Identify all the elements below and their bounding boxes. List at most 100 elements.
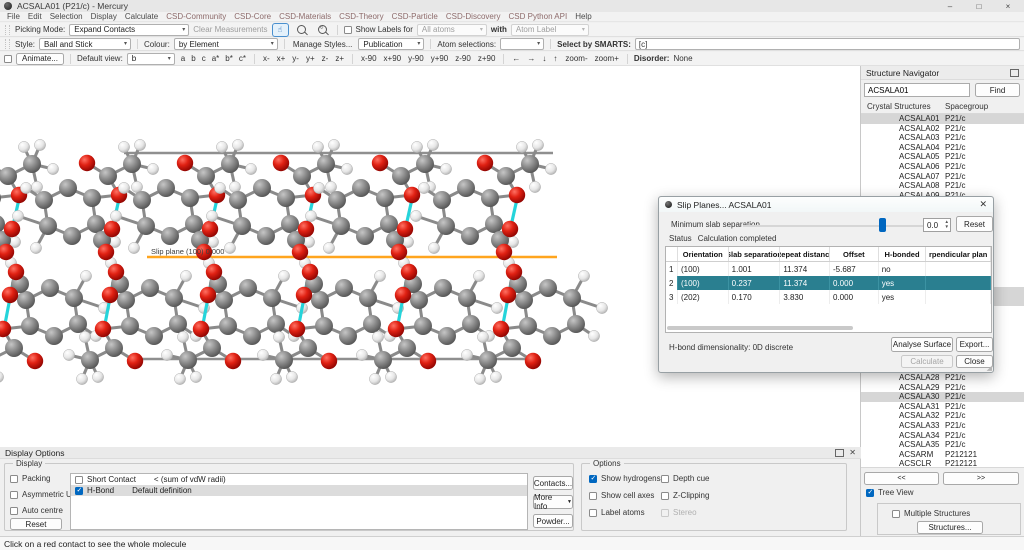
more-info-button[interactable]: More Info ▼: [533, 495, 573, 509]
slip-plane-row-2[interactable]: 2(100)0.23711.3740.000yes: [666, 276, 991, 290]
structure-row-acsala08[interactable]: ACSALA08P21/c: [861, 181, 1024, 191]
pan-arrow-button-item[interactable]: ←: [510, 54, 522, 63]
structure-row-acsala35[interactable]: ACSALA35P21/c: [861, 440, 1024, 450]
contact-checkbox[interactable]: [75, 487, 83, 495]
axis-button-a[interactable]: a: [179, 54, 187, 63]
structure-row-acsarm[interactable]: ACSARMP212121: [861, 450, 1024, 460]
auto-centre-checkbox[interactable]: [10, 507, 18, 515]
toolbar-grip[interactable]: [5, 39, 10, 49]
axis-button-c[interactable]: c*: [237, 54, 248, 63]
structure-row-acsala02[interactable]: ACSALA02P21/c: [861, 124, 1024, 134]
float-panel-icon[interactable]: [835, 449, 844, 457]
labels-style-combo[interactable]: Atom Label▾: [511, 24, 589, 36]
menu-csd-community[interactable]: CSD-Community: [162, 12, 230, 21]
export-button[interactable]: Export...: [956, 337, 993, 352]
maximize-button[interactable]: □: [967, 2, 991, 11]
dialog-close-icon[interactable]: ✕: [979, 199, 987, 210]
slab-slider-handle[interactable]: [879, 218, 886, 232]
animate-button[interactable]: Animate...: [16, 53, 64, 65]
table-hscrollbar[interactable]: [667, 326, 853, 330]
rotate-button-z-90[interactable]: z-90: [453, 54, 473, 63]
label-atoms-checkbox[interactable]: [589, 509, 597, 517]
dialog-title-bar[interactable]: Slip Planes... ACSALA01 ✕: [659, 197, 993, 212]
powder-button[interactable]: Powder...: [533, 514, 573, 528]
rotate-zoom-mode-button[interactable]: ↻: [314, 23, 331, 37]
table-column-offset[interactable]: Offset: [830, 247, 879, 261]
structure-row-acsala03[interactable]: ACSALA03P21/c: [861, 133, 1024, 143]
axis-button-b[interactable]: b: [189, 54, 197, 63]
structure-row-acsala31[interactable]: ACSALA31P21/c: [861, 402, 1024, 412]
table-column-slab-separation[interactable]: Slab separation: [729, 247, 781, 261]
table-column-repeat-distance[interactable]: Repeat distance: [780, 247, 830, 261]
axis-button-b[interactable]: b*: [223, 54, 235, 63]
reset-button[interactable]: Reset: [956, 216, 993, 232]
smarts-input[interactable]: [635, 38, 1020, 50]
rotate-button-y-90[interactable]: y-90: [406, 54, 426, 63]
structure-row-acsala07[interactable]: ACSALA07P21/c: [861, 172, 1024, 182]
show-cell-axes-checkbox[interactable]: [589, 492, 597, 500]
column-header-structures[interactable]: Crystal Structures: [867, 102, 931, 111]
minimize-button[interactable]: –: [938, 2, 962, 11]
default-view-combo[interactable]: b▾: [127, 53, 175, 65]
menu-display[interactable]: Display: [87, 12, 121, 21]
pan-arrow-button-item[interactable]: →: [525, 54, 537, 63]
slab-slider-track[interactable]: [743, 225, 944, 227]
pick-mode-button[interactable]: ☝: [272, 23, 289, 37]
contact-row-short-contact[interactable]: Short Contact< (sum of vdW radii): [71, 474, 527, 485]
structure-row-acsala30[interactable]: ACSALA30P21/c: [861, 392, 1024, 402]
depth-cue-checkbox[interactable]: [661, 475, 669, 483]
multiple-structures-checkbox[interactable]: [892, 510, 900, 518]
rotate-button-x-90[interactable]: x+90: [382, 54, 404, 63]
translate-button-y[interactable]: y-: [290, 54, 301, 63]
find-button[interactable]: Find: [975, 83, 1020, 97]
table-column-h-bonded[interactable]: H-bonded: [879, 247, 927, 261]
clear-measurements-button[interactable]: Clear Measurements: [193, 25, 267, 34]
stereo-checkbox[interactable]: [661, 509, 669, 517]
slip-plane-row-1[interactable]: 1(100)1.00111.374-5.687no: [666, 262, 991, 276]
toolbar-grip[interactable]: [5, 25, 10, 35]
rotate-button-x-90[interactable]: x-90: [359, 54, 379, 63]
table-column-orientation[interactable]: Orientation: [678, 247, 729, 261]
pan-arrow-button-item[interactable]: ↑: [551, 54, 559, 63]
contact-row-h-bond[interactable]: H-BondDefault definition: [71, 485, 527, 496]
axis-button-c[interactable]: c: [200, 54, 208, 63]
analyse-surface-button[interactable]: Analyse Surface: [891, 337, 953, 352]
menu-calculate[interactable]: Calculate: [121, 12, 162, 21]
translate-button-x[interactable]: x+: [275, 54, 288, 63]
zoom-button-zoom[interactable]: zoom+: [593, 54, 621, 63]
slab-value-spinner[interactable]: 0.0 ▲▼: [923, 218, 951, 232]
menu-csd-materials[interactable]: CSD-Materials: [275, 12, 335, 21]
menu-selection[interactable]: Selection: [46, 12, 87, 21]
structure-row-acsala34[interactable]: ACSALA34P21/c: [861, 431, 1024, 441]
atom-selections-combo[interactable]: ▾: [500, 38, 544, 50]
float-panel-icon[interactable]: [1010, 69, 1019, 77]
rotate-button-z-90[interactable]: z+90: [476, 54, 498, 63]
structure-row-acsala05[interactable]: ACSALA05P21/c: [861, 152, 1024, 162]
animate-checkbox[interactable]: [4, 55, 12, 63]
asymmetric-unit-checkbox[interactable]: [10, 491, 18, 499]
translate-button-x[interactable]: x-: [261, 54, 272, 63]
resize-grip-icon[interactable]: ◢: [987, 365, 992, 372]
translate-button-z[interactable]: z-: [320, 54, 331, 63]
structures-button[interactable]: Structures...: [917, 521, 983, 534]
menu-csd-core[interactable]: CSD-Core: [230, 12, 275, 21]
translate-button-y[interactable]: y+: [304, 54, 317, 63]
translate-button-z[interactable]: z+: [333, 54, 346, 63]
structure-row-acsala04[interactable]: ACSALA04P21/c: [861, 143, 1024, 153]
structure-row-acsala29[interactable]: ACSALA29P21/c: [861, 383, 1024, 393]
menu-csd-discovery[interactable]: CSD-Discovery: [442, 12, 505, 21]
close-panel-icon[interactable]: ✕: [849, 449, 856, 457]
table-column-rpendicular-plan[interactable]: rpendicular plan: [926, 247, 991, 261]
menu-csd-particle[interactable]: CSD-Particle: [388, 12, 442, 21]
menu-help[interactable]: Help: [571, 12, 595, 21]
structure-row-acsala06[interactable]: ACSALA06P21/c: [861, 162, 1024, 172]
zoom-button-zoom[interactable]: zoom-: [563, 54, 589, 63]
rotate-button-y-90[interactable]: y+90: [429, 54, 451, 63]
show-labels-checkbox[interactable]: [344, 26, 352, 34]
structure-row-acsala01[interactable]: ACSALA01P21/c: [861, 114, 1024, 124]
structure-row-acsala33[interactable]: ACSALA33P21/c: [861, 421, 1024, 431]
structure-row-acsala32[interactable]: ACSALA32P21/c: [861, 411, 1024, 421]
spinner-arrows-icon[interactable]: ▲▼: [945, 220, 950, 230]
show-hydrogens-checkbox[interactable]: [589, 475, 597, 483]
column-header-spacegroup[interactable]: Spacegroup: [945, 102, 988, 111]
